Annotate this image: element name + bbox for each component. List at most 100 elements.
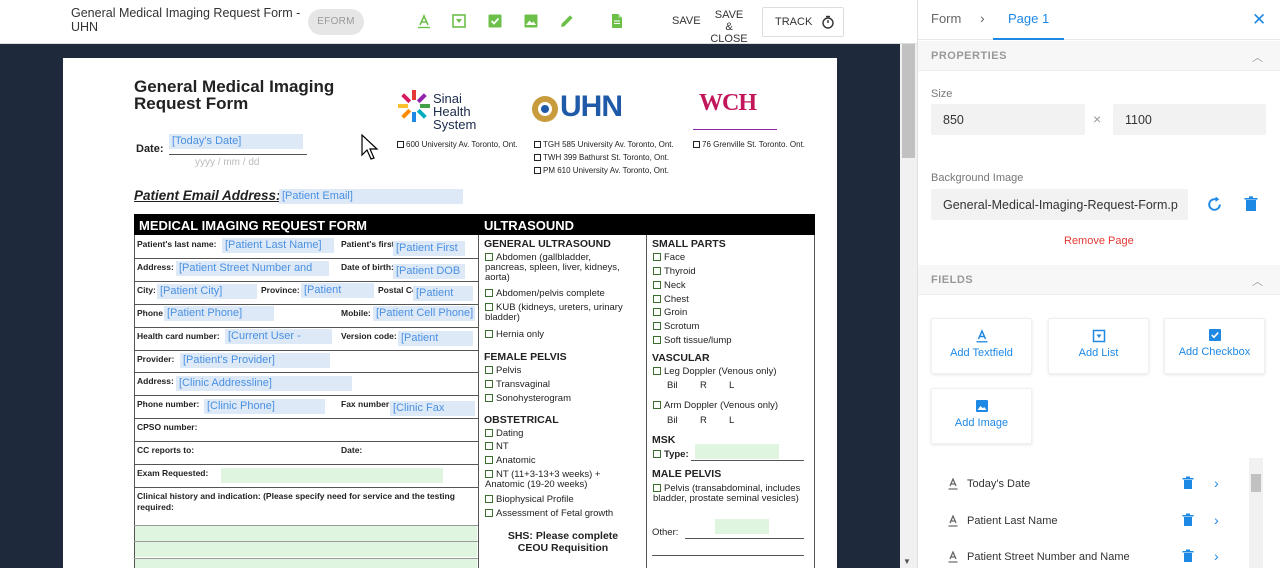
checkbox-biophysical[interactable]: Biophysical Profile bbox=[485, 495, 574, 505]
fields-section-header[interactable]: FIELDS ︿ bbox=[918, 265, 1280, 295]
textfield-icon bbox=[948, 551, 958, 563]
patient-dob-field[interactable]: [Patient DOB bbox=[393, 264, 465, 279]
checkbox-leg-doppler[interactable]: Leg Doppler (Venous only) bbox=[653, 367, 777, 377]
breadcrumb-form[interactable]: Form bbox=[931, 11, 961, 26]
trash-icon[interactable] bbox=[1182, 476, 1194, 490]
checkbox-nt[interactable]: NT bbox=[485, 442, 509, 452]
trash-icon[interactable] bbox=[1244, 196, 1258, 212]
checkbox-abdomen[interactable]: Abdomen (gallbladder, pancreas, spleen, … bbox=[485, 253, 635, 283]
track-button[interactable]: TRACK bbox=[762, 7, 844, 37]
medical-imaging-heading: MEDICAL IMAGING REQUEST FORM bbox=[139, 218, 367, 233]
trash-icon[interactable] bbox=[1182, 513, 1194, 527]
width-input[interactable]: 850 bbox=[931, 104, 1085, 135]
grid-line bbox=[134, 464, 478, 465]
properties-section-header[interactable]: PROPERTIES ︿ bbox=[918, 41, 1280, 71]
checkbox-pelvis[interactable]: Pelvis bbox=[485, 366, 521, 376]
patient-first-name-field[interactable]: [Patient First bbox=[393, 241, 465, 256]
form-page[interactable]: General Medical Imaging Request Form Dat… bbox=[63, 58, 837, 568]
checkbox-chest[interactable]: Chest bbox=[653, 295, 689, 305]
todays-date-field[interactable]: [Today's Date] bbox=[169, 134, 303, 149]
textfield-tool-icon[interactable] bbox=[416, 13, 432, 29]
version-code-field[interactable]: [Patient bbox=[398, 331, 473, 346]
health-card-field[interactable]: [Current User - bbox=[225, 329, 332, 344]
checkbox-arm-doppler[interactable]: Arm Doppler (Venous only) bbox=[653, 401, 778, 411]
pencil-tool-icon[interactable] bbox=[559, 13, 575, 29]
checkbox-male-pelvis[interactable]: Pelvis (transabdominal, includes bladder… bbox=[653, 484, 803, 504]
grid-line bbox=[134, 395, 478, 396]
clinic-address-field[interactable]: [Clinic Addressline] bbox=[176, 376, 352, 391]
height-input[interactable]: 1100 bbox=[1113, 104, 1266, 135]
patient-phone-field[interactable]: [Patient Phone] bbox=[164, 306, 274, 321]
male-pelvis-extra-field[interactable] bbox=[715, 519, 769, 534]
checkbox-abdomen-pelvis[interactable]: Abdomen/pelvis complete bbox=[485, 289, 605, 299]
canvas-scrollbar-thumb[interactable] bbox=[902, 44, 915, 158]
fields-list-scrollbar-thumb[interactable] bbox=[1251, 474, 1261, 492]
patient-street-field[interactable]: [Patient Street Number and bbox=[176, 261, 329, 276]
checkbox-scrotum[interactable]: Scrotum bbox=[653, 322, 699, 332]
checkbox-anatomic[interactable]: Anatomic bbox=[485, 456, 536, 466]
checkbox-soft-tissue[interactable]: Soft tissue/lump bbox=[653, 336, 732, 346]
add-textfield-button[interactable]: Add Textfield bbox=[931, 318, 1032, 374]
clinical-history-line-1[interactable] bbox=[135, 526, 477, 541]
top-toolbar: General Medical Imaging Request Form - U… bbox=[0, 0, 917, 45]
canvas-scrollbar[interactable]: ▼ bbox=[900, 44, 917, 568]
checkbox-tool-icon[interactable] bbox=[487, 13, 503, 29]
field-row[interactable]: Patient Street Number and Name › bbox=[942, 547, 1242, 568]
checkbox-msk-type[interactable]: Type: bbox=[653, 450, 689, 460]
add-checkbox-button[interactable]: Add Checkbox bbox=[1164, 318, 1265, 374]
checkbox-dating[interactable]: Dating bbox=[485, 429, 523, 439]
exam-requested-field[interactable] bbox=[221, 468, 443, 483]
chevron-right-icon[interactable]: › bbox=[1214, 548, 1219, 564]
collapse-icon[interactable]: ︿ bbox=[1252, 273, 1263, 289]
chevron-right-icon[interactable]: › bbox=[1214, 512, 1219, 528]
patient-postal-field[interactable]: [Patient bbox=[413, 286, 473, 301]
image-tool-icon[interactable] bbox=[523, 13, 539, 29]
checkbox-kub[interactable]: KUB (kidneys, ureters, urinary bladder) bbox=[485, 303, 635, 323]
uhn-logo-icon bbox=[532, 96, 558, 122]
add-list-button[interactable]: Add List bbox=[1048, 318, 1149, 374]
scroll-down-arrow-icon[interactable]: ▼ bbox=[903, 557, 911, 566]
chevron-right-icon[interactable]: › bbox=[1214, 475, 1219, 491]
checkbox-thyroid[interactable]: Thyroid bbox=[653, 267, 696, 277]
checkbox-fetal-growth[interactable]: Assessment of Fetal growth bbox=[485, 509, 613, 519]
patient-last-name-field[interactable]: [Patient Last Name] bbox=[222, 238, 334, 253]
patient-city-field[interactable]: [Patient City] bbox=[157, 284, 257, 299]
clinic-phone-field[interactable]: [Clinic Phone] bbox=[204, 399, 325, 414]
clinical-history-line-2[interactable] bbox=[135, 542, 477, 557]
patient-province-field[interactable]: [Patient bbox=[301, 283, 374, 298]
trash-icon[interactable] bbox=[1182, 549, 1194, 563]
clinical-history-line-3[interactable] bbox=[135, 559, 477, 568]
form-canvas[interactable]: General Medical Imaging Request Form Dat… bbox=[0, 44, 900, 568]
document-tool-icon[interactable] bbox=[609, 13, 625, 29]
checkbox-hernia[interactable]: Hernia only bbox=[485, 330, 544, 340]
checkbox-sonohysterogram[interactable]: Sonohysterogram bbox=[485, 394, 571, 404]
checkbox-nt-anatomic[interactable]: NT (11+3-13+3 weeks) + Anatomic (19-20 w… bbox=[485, 470, 635, 490]
close-icon[interactable]: ✕ bbox=[1252, 10, 1266, 30]
refresh-icon[interactable] bbox=[1206, 196, 1223, 213]
checkbox-neck[interactable]: Neck bbox=[653, 281, 686, 291]
list-tool-icon[interactable] bbox=[451, 13, 467, 29]
remove-page-button[interactable]: Remove Page bbox=[1064, 235, 1134, 247]
field-row[interactable]: Today's Date › bbox=[942, 474, 1242, 498]
fields-list-scrollbar[interactable] bbox=[1249, 458, 1263, 568]
fields-heading: FIELDS bbox=[931, 274, 974, 286]
collapse-icon[interactable]: ︿ bbox=[1252, 49, 1263, 65]
patient-cell-field[interactable]: [Patient Cell Phone] bbox=[373, 306, 475, 321]
checkbox-transvaginal[interactable]: Transvaginal bbox=[485, 380, 550, 390]
add-image-button[interactable]: Add Image bbox=[931, 388, 1032, 444]
general-ultrasound-heading: GENERAL ULTRASOUND bbox=[484, 238, 611, 250]
provider-field[interactable]: [Patient's Provider] bbox=[180, 353, 330, 368]
eform-badge[interactable]: EFORM bbox=[308, 9, 364, 35]
msk-type-field[interactable] bbox=[695, 444, 779, 459]
clinic-fax-field[interactable]: [Clinic Fax bbox=[390, 401, 475, 416]
save-button[interactable]: SAVE bbox=[672, 15, 701, 27]
checkbox-face[interactable]: Face bbox=[653, 253, 685, 263]
background-image-input[interactable]: General-Medical-Imaging-Request-Form.p bbox=[931, 189, 1188, 220]
checkbox-groin[interactable]: Groin bbox=[653, 308, 687, 318]
field-row[interactable]: Patient Last Name › bbox=[942, 511, 1242, 535]
breadcrumb-page[interactable]: Page 1 bbox=[993, 0, 1065, 40]
small-parts-heading: SMALL PARTS bbox=[652, 238, 726, 250]
track-label: TRACK bbox=[775, 16, 813, 28]
patient-email-field[interactable]: [Patient Email] bbox=[279, 189, 463, 204]
save-close-button[interactable]: SAVE & CLOSE bbox=[710, 9, 748, 45]
